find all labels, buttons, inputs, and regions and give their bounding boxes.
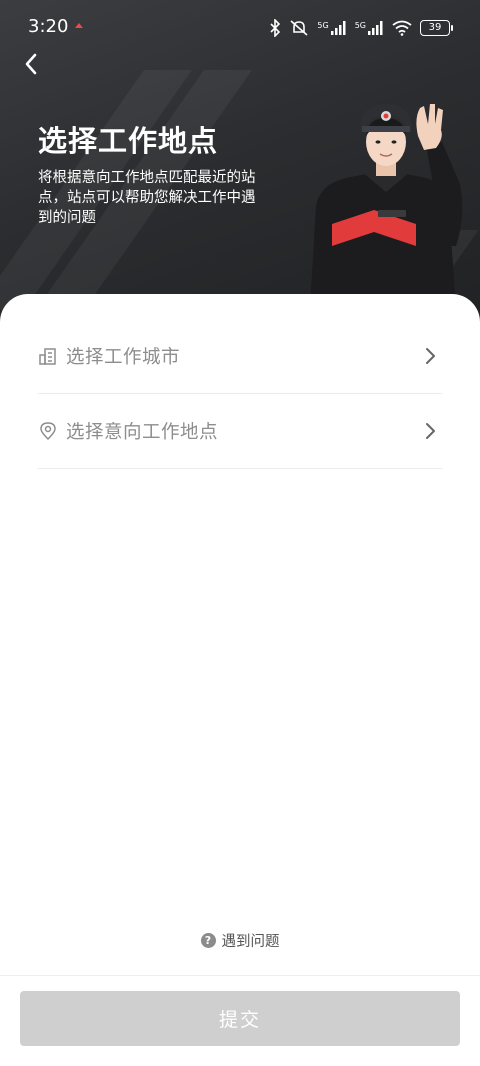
status-icons: 5G 5G 39 bbox=[269, 17, 453, 39]
bluetooth-icon bbox=[270, 19, 281, 37]
location-pin-icon bbox=[40, 422, 56, 441]
chevron-right-icon bbox=[426, 423, 435, 439]
building-icon bbox=[39, 348, 56, 365]
select-location-label: 选择意向工作地点 bbox=[66, 422, 219, 443]
back-button[interactable] bbox=[18, 48, 46, 80]
network-label: 5G bbox=[317, 21, 329, 30]
help-label: 遇到问题 bbox=[221, 934, 280, 950]
battery-indicator: 39 bbox=[420, 20, 453, 36]
help-link[interactable]: ? 遇到问题 bbox=[0, 930, 480, 951]
signal-icon: 5G bbox=[317, 21, 346, 35]
status-time: 3:20 bbox=[28, 16, 69, 37]
select-city-label: 选择工作城市 bbox=[66, 347, 181, 368]
signal-icon: 5G bbox=[355, 21, 384, 35]
header-banner: 3:20 5G 5G 39 选择工作地点 将根据意向工作地点匹配最近的站点，站点… bbox=[0, 0, 480, 340]
page-title: 选择工作地点 bbox=[38, 124, 219, 158]
select-location-row[interactable]: 选择意向工作地点 bbox=[38, 394, 442, 469]
wifi-icon bbox=[392, 20, 412, 36]
footer-divider bbox=[0, 975, 480, 976]
chevron-right-icon bbox=[426, 348, 435, 364]
courier-illustration bbox=[310, 104, 463, 306]
help-icon: ? bbox=[200, 933, 216, 948]
select-city-row[interactable]: 选择工作城市 bbox=[38, 319, 442, 394]
page-subtitle: 将根据意向工作地点匹配最近的站点，站点可以帮助您解决工作中遇到的问题 bbox=[38, 170, 256, 226]
mute-icon bbox=[290, 20, 308, 36]
network-label: 5G bbox=[354, 21, 366, 30]
submit-button[interactable]: 提交 bbox=[20, 991, 460, 1046]
notification-app-icon bbox=[75, 23, 83, 28]
status-bar: 3:20 5G 5G 39 bbox=[0, 0, 480, 58]
